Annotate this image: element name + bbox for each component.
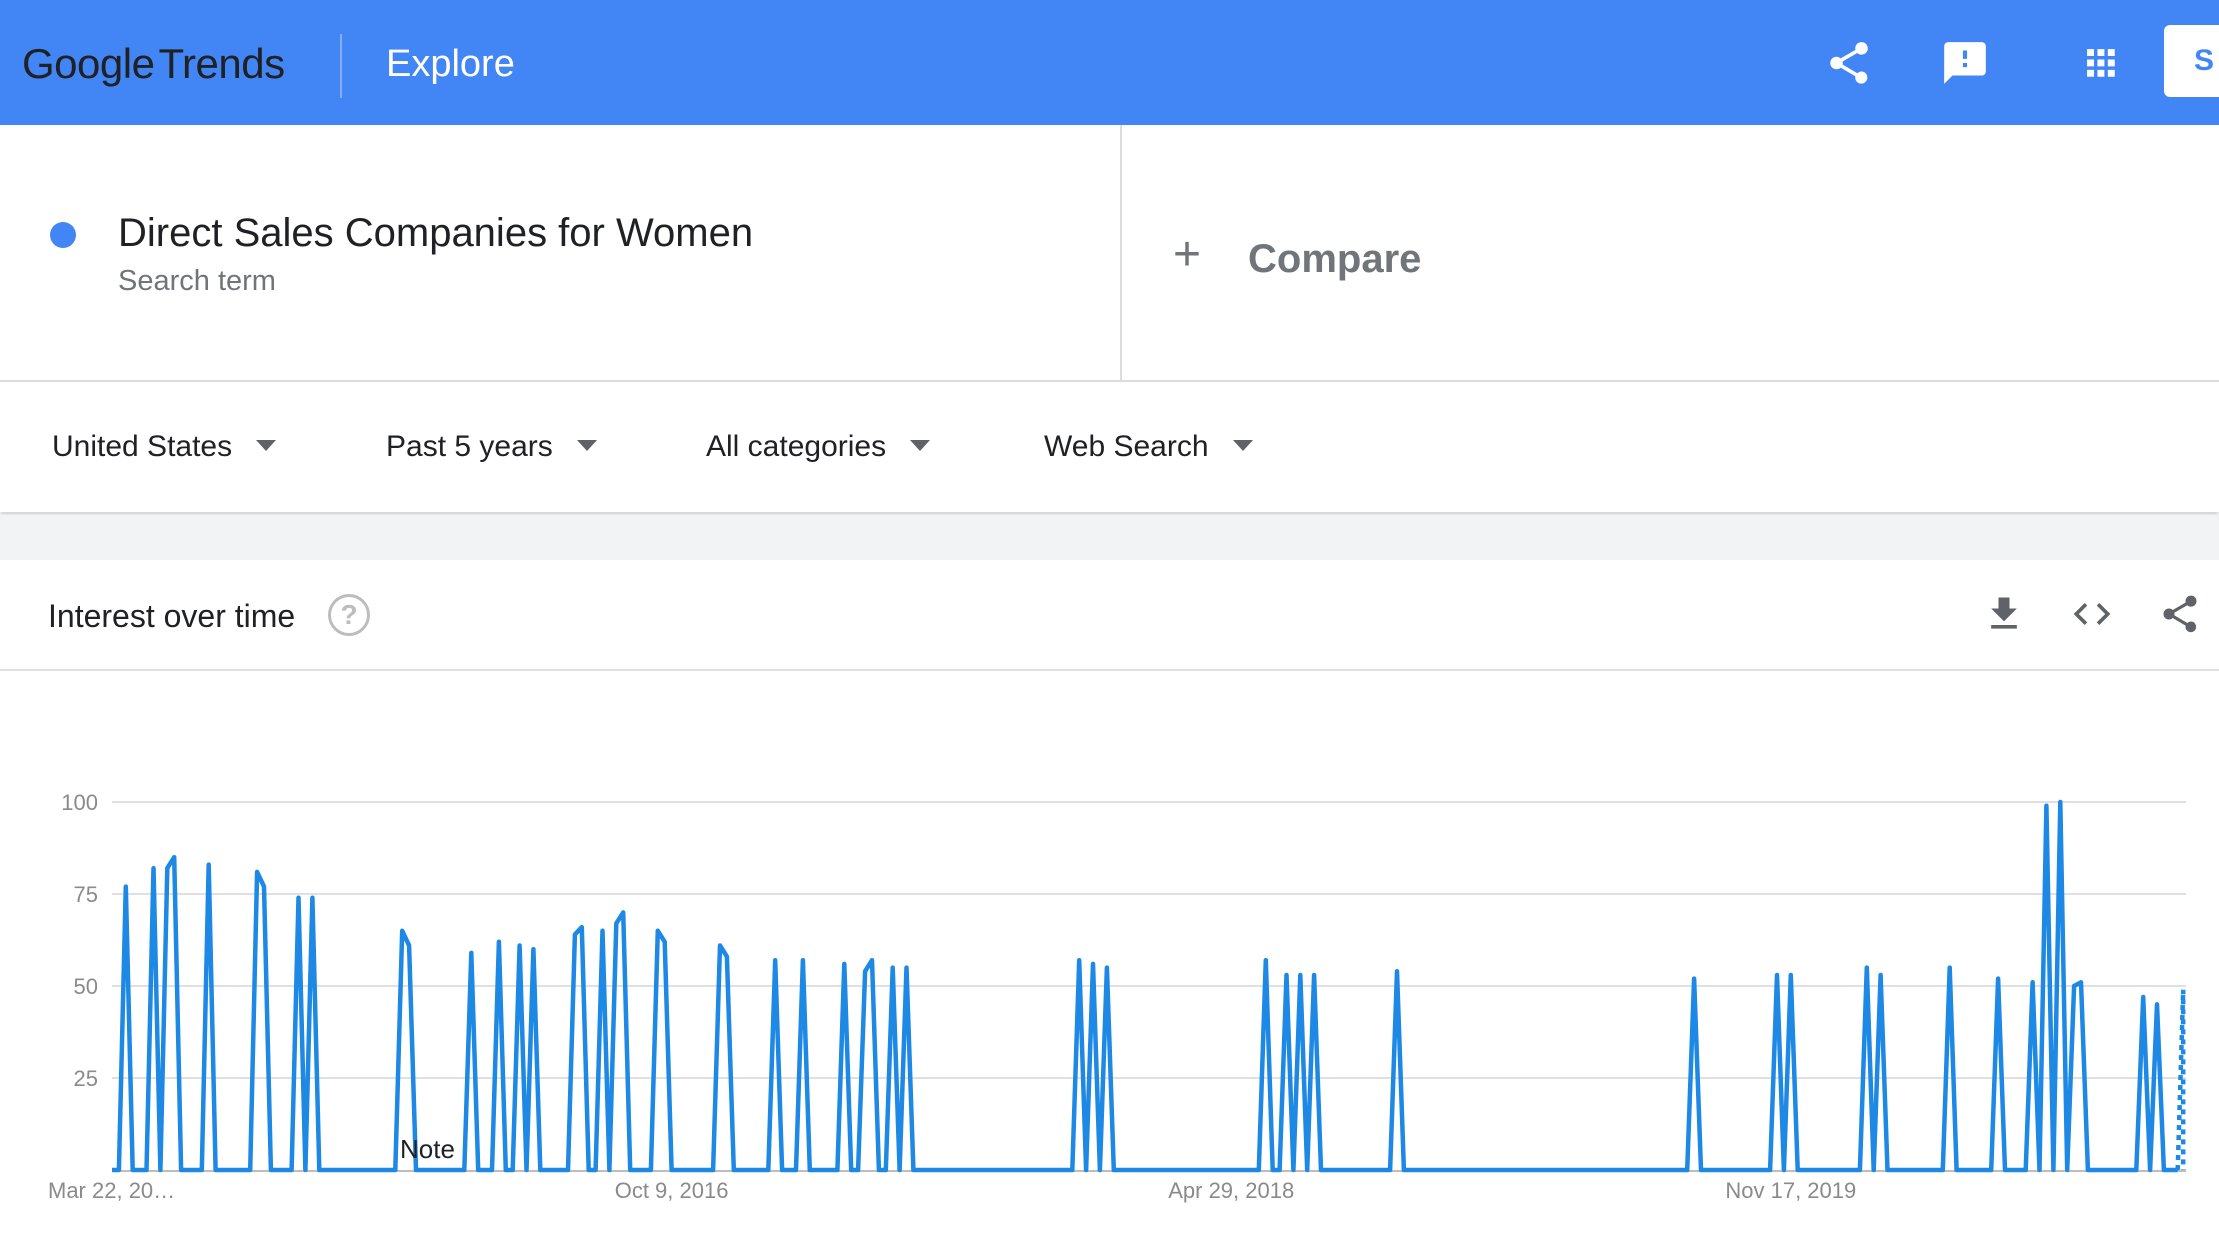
- download-csv-icon[interactable]: [1982, 592, 2026, 636]
- header-divider: [340, 34, 342, 98]
- y-tick-label: 25: [74, 1066, 98, 1091]
- series-color-dot: [50, 222, 76, 248]
- help-icon[interactable]: ?: [328, 594, 370, 636]
- search-term-name[interactable]: Direct Sales Companies for Women: [118, 208, 753, 258]
- chart-note-label[interactable]: Note: [400, 1134, 455, 1164]
- time-range-dropdown[interactable]: Past 5 years: [386, 427, 597, 467]
- x-tick-label: Oct 9, 2016: [615, 1178, 729, 1203]
- sign-in-button[interactable]: S: [2164, 25, 2219, 97]
- share-chart-icon[interactable]: [2158, 592, 2202, 636]
- dropdown-arrow-icon: [256, 439, 277, 451]
- category-value: All categories: [706, 430, 887, 463]
- interest-over-time-title: Interest over time: [48, 598, 296, 634]
- share-icon[interactable]: [1824, 38, 1874, 88]
- search-type-dropdown[interactable]: Web Search: [1044, 427, 1253, 467]
- x-tick-label: Apr 29, 2018: [1168, 1178, 1294, 1203]
- dropdown-arrow-icon: [1232, 439, 1253, 451]
- y-axis: 100 75 50 25: [61, 790, 98, 1091]
- google-trends-logo[interactable]: GoogleTrends: [22, 36, 285, 92]
- logo-brand: Google: [22, 40, 155, 87]
- embed-code-icon[interactable]: [2070, 592, 2114, 636]
- x-tick-label: Nov 17, 2019: [1725, 1178, 1856, 1203]
- category-dropdown[interactable]: All categories: [706, 427, 931, 467]
- section-separator: [0, 515, 2219, 560]
- x-axis: Mar 22, 20… Oct 9, 2016 Apr 29, 2018 Nov 17…: [48, 1178, 1856, 1203]
- compare-button[interactable]: Compare: [1248, 234, 1421, 284]
- time-range-value: Past 5 years: [386, 430, 553, 463]
- x-tick-label: Mar 22, 20…: [48, 1178, 175, 1203]
- region-dropdown[interactable]: United States: [52, 427, 277, 467]
- interest-over-time-chart[interactable]: 100 75 50 25 Mar 22, 20… Oct 9, 2016 Apr 29, …: [0, 671, 2219, 1240]
- series-partial-segment: [2175, 989, 2186, 1171]
- feedback-icon[interactable]: [1940, 38, 1990, 88]
- region-value: United States: [52, 430, 233, 463]
- search-term-type: Search term: [118, 265, 276, 297]
- dropdown-arrow-icon: [910, 439, 931, 451]
- page-title: Explore: [386, 43, 515, 85]
- search-type-value: Web Search: [1044, 430, 1209, 463]
- y-tick-label: 75: [74, 882, 98, 907]
- add-icon[interactable]: +: [1173, 230, 1201, 280]
- app-bar: [0, 0, 2219, 125]
- dropdown-arrow-icon: [576, 439, 597, 451]
- logo-product: Trends: [158, 40, 285, 87]
- apps-icon[interactable]: [2076, 38, 2126, 88]
- y-tick-label: 50: [74, 974, 98, 999]
- y-tick-label: 100: [61, 790, 98, 815]
